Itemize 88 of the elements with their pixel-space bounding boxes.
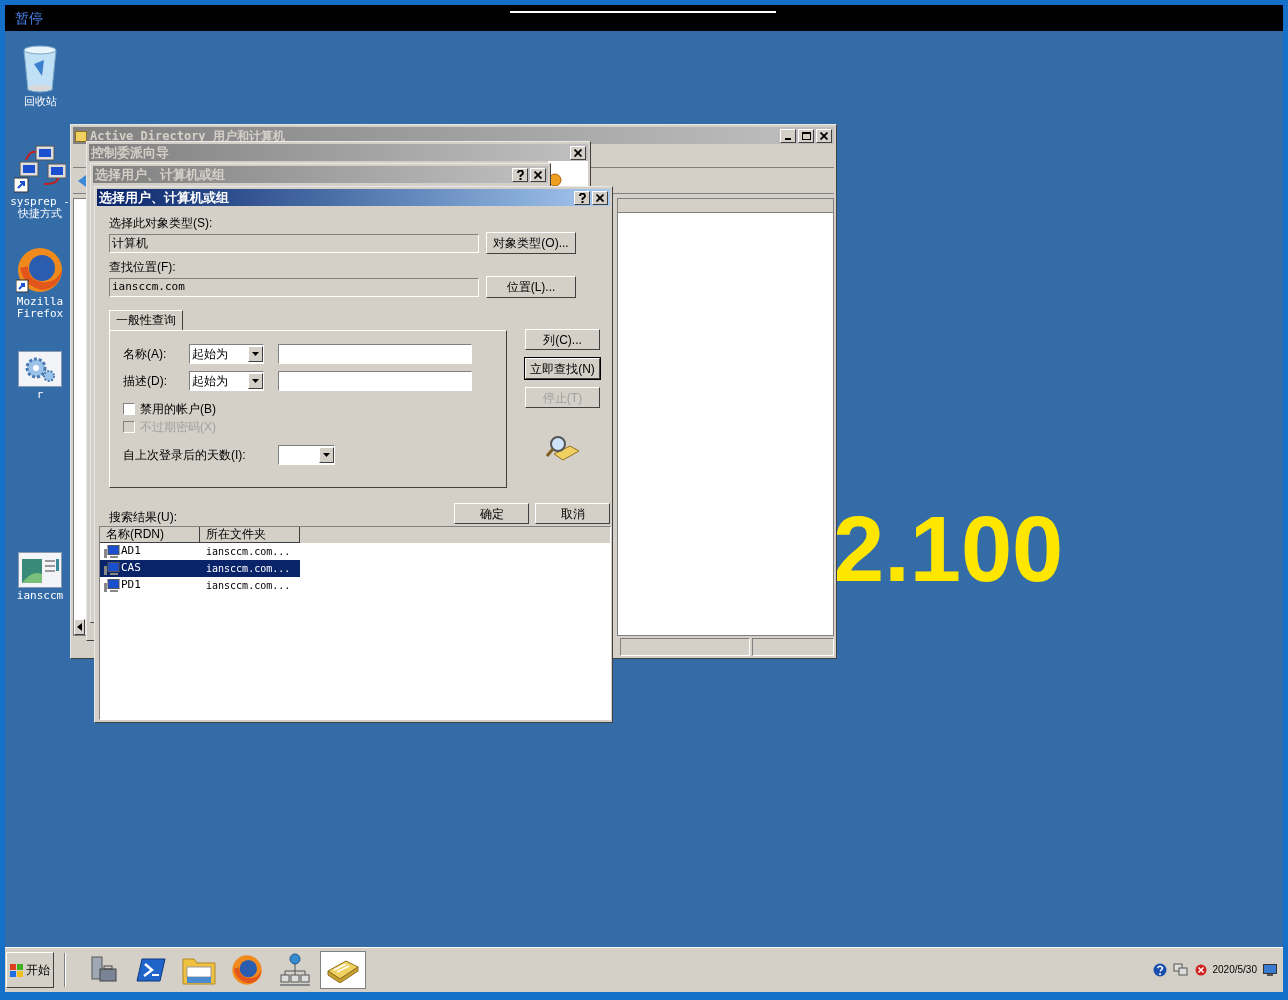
- show-desktop-icon[interactable]: [1263, 964, 1277, 976]
- help-button[interactable]: [574, 190, 590, 205]
- table-cell-text: iansccm.com...: [205, 579, 292, 593]
- help-icon[interactable]: [1152, 963, 1167, 977]
- close-button[interactable]: [816, 128, 832, 143]
- column-header[interactable]: 所在文件夹: [200, 527, 300, 543]
- clock[interactable]: 2020/5/30: [1212, 961, 1257, 977]
- error-badge-icon[interactable]: [1194, 964, 1207, 976]
- field-label: 查找位置(F):: [109, 259, 177, 276]
- network-tree-icon: [280, 953, 310, 987]
- desktop-icon-label[interactable]: 回收站: [8, 96, 72, 108]
- close-icon: [596, 193, 604, 202]
- folder-icon: [182, 955, 216, 985]
- description-input[interactable]: [278, 371, 472, 391]
- networked-computers-icon: [14, 144, 66, 194]
- close-button[interactable]: [592, 190, 608, 205]
- window-title: 选择用户、计算机或组: [95, 165, 225, 184]
- close-button[interactable]: [530, 167, 546, 182]
- recycle-bin-icon: [20, 42, 60, 94]
- dropdown[interactable]: 起始为: [189, 344, 264, 364]
- table-cell-text: iansccm.com...: [205, 562, 292, 576]
- windows-flag-icon: [10, 963, 24, 977]
- computer-icon: [104, 561, 120, 576]
- desktop-icon-label[interactable]: r: [8, 389, 72, 401]
- desktop-icon-label[interactable]: iansccm: [8, 590, 72, 602]
- close-button[interactable]: [570, 145, 586, 160]
- scroll-left-button[interactable]: [74, 619, 85, 635]
- column-header[interactable]: 名称(RDN): [100, 527, 200, 543]
- question-mark-icon: [578, 192, 586, 203]
- desktop-icon-label[interactable]: Mozilla Firefox: [8, 296, 72, 320]
- side-button[interactable]: 立即查找(N): [525, 358, 600, 379]
- checkbox[interactable]: [123, 403, 135, 415]
- result-row[interactable]: CAS iansccm.com...: [100, 560, 300, 577]
- text-field[interactable]: 计算机: [109, 233, 479, 253]
- minimize-icon: [785, 137, 791, 140]
- wallpaper-text: 2.100: [833, 503, 1064, 595]
- close-icon: [574, 148, 582, 157]
- field-label: 名称(A):: [123, 346, 168, 363]
- window-title: Active Directory 用户和计算机: [90, 127, 285, 145]
- gear-window-icon: [18, 351, 62, 387]
- powershell-icon: [136, 957, 166, 983]
- computer-icon: [104, 544, 120, 559]
- firefox-icon: [231, 954, 263, 986]
- field-label: 描述(D):: [123, 373, 168, 390]
- table-cell: PD1: [121, 577, 141, 594]
- question-mark-icon: [516, 169, 524, 180]
- locations-button[interactable]: 位置(L)...: [486, 276, 576, 298]
- text-field[interactable]: iansccm.com: [109, 277, 479, 297]
- window-title: 控制委派向导: [91, 143, 169, 162]
- result-row[interactable]: AD1 iansccm.com...: [100, 543, 300, 560]
- window-title: 选择用户、计算机或组: [99, 188, 229, 207]
- cancel-button[interactable]: 取消: [535, 503, 610, 524]
- table-cell: AD1: [121, 543, 141, 560]
- pause-label[interactable]: 暂停: [15, 7, 43, 29]
- taskbar-app[interactable]: [320, 951, 366, 989]
- left-triangle-icon: [77, 623, 82, 631]
- app-window-icon: [18, 552, 62, 588]
- results-label: 搜索结果(U):: [109, 509, 177, 526]
- firefox-icon: [16, 246, 64, 294]
- maximize-button[interactable]: [798, 128, 814, 143]
- dropdown-arrow-icon: [323, 453, 330, 457]
- dropdown[interactable]: 起始为: [189, 371, 264, 391]
- name-input[interactable]: [278, 344, 472, 364]
- ok-button[interactable]: 确定: [454, 503, 529, 524]
- close-icon: [534, 170, 542, 179]
- side-button[interactable]: 列(C)...: [525, 329, 600, 350]
- toolbar-handle[interactable]: [510, 11, 776, 13]
- field-label: 自上次登录后的天数(I):: [123, 447, 247, 464]
- checkbox-label: 禁用的帐户(B): [140, 401, 216, 418]
- field-label: 选择此对象类型(S):: [109, 215, 214, 232]
- start-button[interactable]: 开始: [6, 952, 54, 988]
- dropdown-arrow-icon: [252, 352, 259, 356]
- back-arrow-icon[interactable]: [77, 173, 87, 188]
- network-icon[interactable]: [1172, 963, 1189, 977]
- minimize-button[interactable]: [780, 128, 796, 143]
- dropdown[interactable]: [278, 445, 335, 465]
- server-toolbox-icon: [88, 955, 118, 985]
- help-button[interactable]: [512, 167, 528, 182]
- dropdown-arrow-icon: [252, 379, 259, 383]
- table-cell-text: iansccm.com...: [205, 545, 292, 559]
- table-cell: CAS: [121, 560, 141, 577]
- close-icon: [820, 131, 828, 140]
- desktop-icon-label[interactable]: sysprep - 快捷方式: [8, 196, 72, 220]
- object-types-button[interactable]: 对象类型(O)...: [486, 232, 576, 254]
- maximize-icon: [801, 131, 811, 140]
- computer-icon: [104, 578, 120, 593]
- query-tab[interactable]: 一般性查询: [109, 310, 183, 330]
- result-row[interactable]: PD1 iansccm.com...: [100, 577, 300, 594]
